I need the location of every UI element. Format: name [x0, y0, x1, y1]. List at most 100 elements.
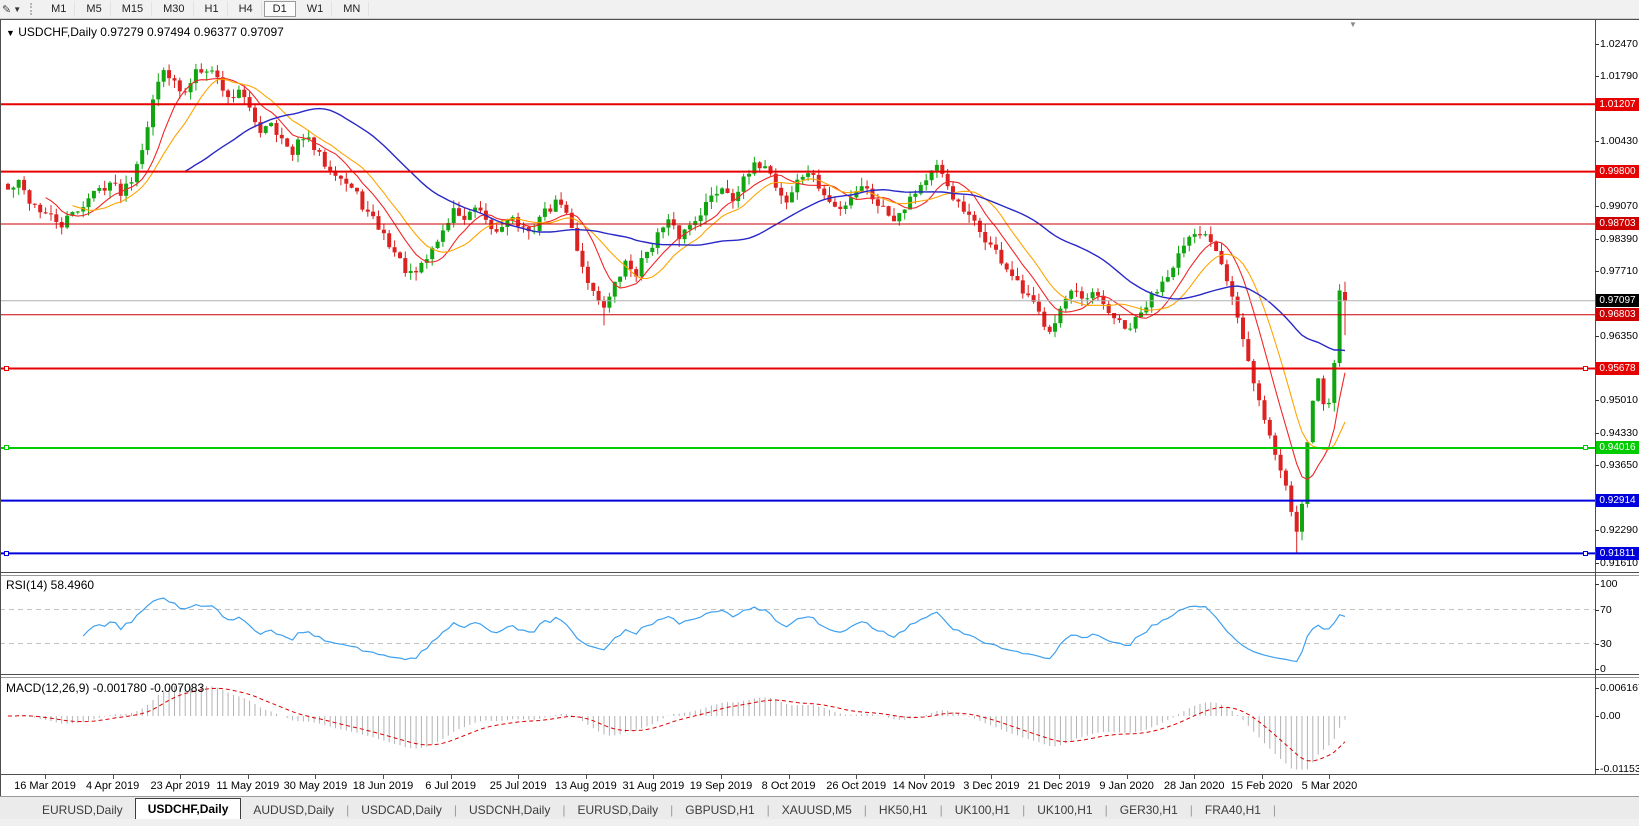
ma-line-mid[interactable] [72, 79, 1345, 449]
timeframe-toolbar: ✎ ▼ M1M5M15M30H1H4D1W1MN [0, 0, 1639, 19]
rsi-tick-label: 0 [1600, 663, 1606, 675]
price-level-badge: 1.01207 [1596, 98, 1639, 111]
window-left-edge [0, 19, 1, 819]
price-tick-label: 0.95010 [1600, 394, 1638, 406]
chart-dropdown-icon[interactable]: ▼ [6, 28, 15, 38]
rsi-label: RSI(14) 58.4960 [6, 578, 94, 592]
pane-separator[interactable] [0, 572, 1639, 573]
chart-ohlc-values: 0.97279 0.97494 0.96377 0.97097 [100, 25, 284, 39]
macd-tick-mark [1595, 769, 1599, 770]
date-tick-mark [248, 775, 249, 779]
line-handle[interactable] [1583, 445, 1588, 450]
pane-separator[interactable] [0, 674, 1639, 675]
timeframe-button-w1[interactable]: W1 [298, 1, 333, 17]
chart-tab-uk100-h1[interactable]: UK100,H1 [1025, 800, 1104, 820]
price-level-badge: 0.99800 [1596, 165, 1639, 178]
rsi-line [83, 598, 1345, 662]
date-tick-mark [1059, 775, 1060, 779]
timeframe-button-m1[interactable]: M1 [42, 1, 75, 17]
date-tick-mark [789, 775, 790, 779]
chart-tab-uk100-h1[interactable]: UK100,H1 [943, 800, 1022, 820]
timeframe-button-m15[interactable]: M15 [113, 1, 152, 17]
chart-tab-usdcad-daily[interactable]: USDCAD,Daily [349, 800, 454, 820]
price-chart-pane[interactable] [0, 20, 1595, 573]
price-tick-mark [1595, 141, 1599, 142]
macd-tick-mark [1595, 688, 1599, 689]
ma-line-slow[interactable] [185, 109, 1345, 351]
price-tick-label: 0.96350 [1600, 330, 1638, 342]
trading-terminal-window: ✎ ▼ M1M5M15M30H1H4D1W1MN ▼ USDCHF,Daily … [0, 0, 1639, 826]
chart-tab-fra40-h1[interactable]: FRA40,H1 [1193, 800, 1273, 820]
chart-tab-xauusd-m5[interactable]: XAUUSD,M5 [770, 800, 864, 820]
toolbar-grip-handle[interactable] [30, 3, 36, 15]
line-handle[interactable] [4, 551, 9, 556]
chart-symbol-label: USDCHF,Daily [18, 25, 97, 39]
price-tick-label: 1.00430 [1600, 135, 1638, 147]
line-handle[interactable] [4, 366, 9, 371]
chart-tab-usdchf-daily[interactable]: USDCHF,Daily [135, 798, 242, 820]
chart-tab-ger30-h1[interactable]: GER30,H1 [1108, 800, 1190, 820]
date-label: 31 Aug 2019 [622, 780, 684, 792]
chart-tab-hk50-h1[interactable]: HK50,H1 [867, 800, 940, 820]
timeframe-button-m30[interactable]: M30 [154, 1, 193, 17]
date-tick-mark [924, 775, 925, 779]
macd-label: MACD(12,26,9) -0.001780 -0.007083 [6, 681, 204, 695]
date-tick-mark [451, 775, 452, 779]
toolbar-dropdown-caret-icon[interactable]: ▼ [13, 5, 21, 14]
price-tick-label: 1.02470 [1600, 38, 1638, 50]
rsi-tick-mark [1595, 669, 1599, 670]
line-handle[interactable] [1583, 366, 1588, 371]
macd-tick-label: -0.011531 [1600, 763, 1639, 775]
date-tick-mark [383, 775, 384, 779]
chart-tab-eurusd-daily[interactable]: EURUSD,Daily [30, 800, 135, 820]
price-level-badge: 0.94016 [1596, 441, 1639, 454]
chart-shift-marker-icon[interactable]: ▼ [1349, 20, 1357, 29]
chart-tab-bar: EURUSD,DailyUSDCHF,DailyAUDUSD,Daily|USD… [0, 796, 1639, 820]
price-level-badge: 0.95678 [1596, 362, 1639, 375]
date-label: 3 Dec 2019 [963, 780, 1019, 792]
date-tick-mark [1329, 775, 1330, 779]
chart-tab-usdcnh-daily[interactable]: USDCNH,Daily [457, 800, 562, 820]
date-label: 15 Feb 2020 [1231, 780, 1293, 792]
timeframe-button-mn[interactable]: MN [334, 1, 369, 17]
rsi-indicator-pane[interactable] [0, 576, 1595, 673]
date-tick-mark [856, 775, 857, 779]
date-tick-mark [180, 775, 181, 779]
date-tick-mark [721, 775, 722, 779]
rsi-tick-mark [1595, 644, 1599, 645]
line-handle[interactable] [1583, 551, 1588, 556]
chart-tab-audusd-daily[interactable]: AUDUSD,Daily [241, 800, 346, 820]
ma-line-fast[interactable] [46, 78, 1345, 479]
date-tick-mark [518, 775, 519, 779]
chart-tab-eurusd-daily[interactable]: EURUSD,Daily [565, 800, 670, 820]
price-level-badge: 0.98703 [1596, 217, 1639, 230]
macd-indicator-pane[interactable] [0, 678, 1595, 774]
date-tick-mark [991, 775, 992, 779]
candles [6, 63, 1347, 553]
annotation-tool-icon[interactable]: ✎ [2, 3, 11, 16]
chart-title: ▼ USDCHF,Daily 0.97279 0.97494 0.96377 0… [6, 25, 284, 39]
macd-signal-line [8, 688, 1345, 761]
price-tick-label: 0.92290 [1600, 524, 1638, 536]
date-label: 23 Apr 2019 [151, 780, 210, 792]
price-tick-mark [1595, 271, 1599, 272]
price-tick-mark [1595, 239, 1599, 240]
price-tick-label: 0.99070 [1600, 200, 1638, 212]
date-tick-mark [586, 775, 587, 779]
date-label: 13 Aug 2019 [555, 780, 617, 792]
rsi-tick-mark [1595, 584, 1599, 585]
date-label: 26 Oct 2019 [826, 780, 886, 792]
timeframe-button-m5[interactable]: M5 [77, 1, 110, 17]
date-axis-border [0, 774, 1639, 775]
price-tick-mark [1595, 336, 1599, 337]
timeframe-button-d1[interactable]: D1 [264, 1, 296, 17]
timeframe-button-h4[interactable]: H4 [230, 1, 262, 17]
timeframe-button-h1[interactable]: H1 [196, 1, 228, 17]
price-level-badge: 0.92914 [1596, 494, 1639, 507]
date-tick-mark [1262, 775, 1263, 779]
chart-tab-gbpusd-h1[interactable]: GBPUSD,H1 [673, 800, 766, 820]
line-handle[interactable] [4, 445, 9, 450]
price-level-badge: 0.91811 [1596, 547, 1639, 560]
price-tick-mark [1595, 563, 1599, 564]
price-tick-mark [1595, 433, 1599, 434]
